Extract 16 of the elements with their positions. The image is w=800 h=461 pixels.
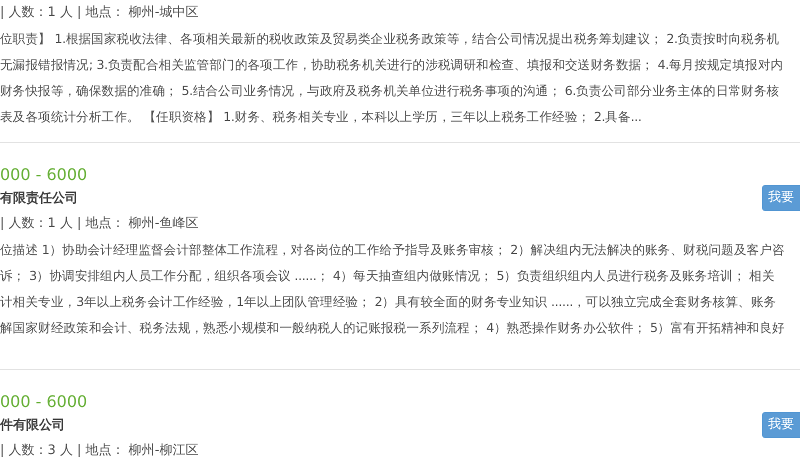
job-meta: | 人数：3 人 | 地点： 柳州-柳江区 <box>0 442 198 460</box>
job-description-line: 诉； 3）协调安排组内人员工作分配，组织各项会议 ......； 4）每天抽查组内做账情况； 5）负责组织组内人员进行税务及账务培训； 相关 <box>0 267 775 285</box>
job-description-line: 位职责】 1.根据国家税收法律、各项相关最新的税收政策及贸易类企业税务政策等，结合公司情况提出税务筹划建议； 2.负责按时向税务机 <box>0 30 780 48</box>
job-description-line: 计相关专业，3年以上税务会计工作经验，1年以上团队管理经验； 2）具有较全面的财务专业知识 ......，可以独立完成全套财务核算、账务 <box>0 293 776 311</box>
company-name: 有限责任公司 <box>0 190 78 208</box>
job-description-line: 位描述 1）协助会计经理监督会计部整体工作流程，对各岗位的工作给予指导及账务审核； 2）解决组内无法解决的账务、财税问题及客户咨 <box>0 241 785 259</box>
job-description-line: 财务快报等，确保数据的准确； 5.结合公司业务情况，与政府及税务机关单位进行税务事项的沟通； 6.负责公司部分业务主体的日常财务核 <box>0 82 780 100</box>
apply-button[interactable]: 我要 <box>762 412 800 438</box>
job-meta: | 人数：1 人 | 地点： 柳州-城中区 <box>0 4 198 22</box>
job-description-line: 解国家财经政策和会计、税务法规，熟悉小规模和一般纳税人的记账报税一系列流程； 4）熟悉操作财务办公软件； 5）富有开拓精神和良好 <box>0 319 785 337</box>
apply-button[interactable]: 我要 <box>762 185 800 211</box>
salary-range: 000 - 6000 <box>0 164 88 186</box>
job-meta: | 人数：1 人 | 地点： 柳州-鱼峰区 <box>0 215 198 233</box>
job-description-line: 无漏报错报情况; 3.负责配合相关监管部门的各项工作，协助税务机关进行的涉税调研和检查、填报和交送财务数据； 4.每月按规定填报对内 <box>0 56 784 74</box>
job-description-line: 表及各项统计分析工作。 【任职资格】 1.财务、税务相关专业，本科以上学历，三年以上税务工作经验； 2.具备... <box>0 108 642 126</box>
salary-range: 000 - 6000 <box>0 391 88 413</box>
